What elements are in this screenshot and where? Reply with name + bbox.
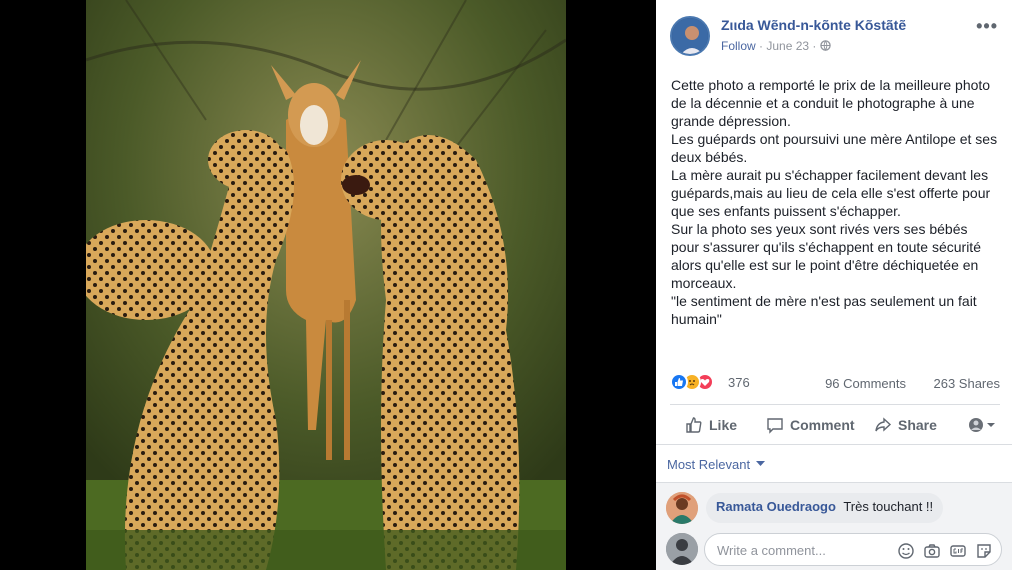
- post-text-line: deux bébés.: [671, 149, 748, 165]
- like-icon: [670, 373, 688, 391]
- caret-down-icon: [755, 461, 765, 466]
- post-text-line: Cette photo a remporté le prix de la mei…: [671, 77, 991, 93]
- author-name[interactable]: Zιιda Wẽnd-n-kõnte Kõstãtẽ: [721, 17, 906, 33]
- post-text-line: guépards,mais au lieu de cela elle s'est…: [671, 185, 991, 201]
- post-text-line: de la décennie et a conduit le photograp…: [671, 95, 975, 111]
- person-icon: [666, 533, 698, 565]
- comment-button[interactable]: Comment: [766, 415, 855, 435]
- post-text-line: La mère aurait pu s'échapper facilement …: [671, 167, 989, 183]
- reactions-bar: 376 96 Comments 263 Shares: [670, 372, 1000, 394]
- share-button[interactable]: Share: [874, 415, 937, 435]
- cheetahs-antelope-image: [86, 0, 566, 570]
- write-comment-input[interactable]: Write a comment...: [704, 533, 1002, 566]
- thumbs-up-icon: [686, 417, 702, 433]
- sort-comments-dropdown[interactable]: Most Relevant: [667, 457, 765, 472]
- post-meta: Follow · June 23 ·: [721, 39, 831, 53]
- post-text-line: que ses enfants puissent s'échapper.: [671, 203, 901, 219]
- share-label: Share: [898, 417, 937, 433]
- sticker-icon[interactable]: [975, 542, 993, 560]
- meta-separator-2: ·: [812, 39, 817, 53]
- divider: [656, 444, 1012, 445]
- comments-section: Ramata Ouedraogo Très touchant !! Write …: [656, 482, 1012, 570]
- photo-pane: [0, 0, 656, 570]
- post-header: Zιιda Wẽnd-n-kõnte Kõstãtẽ Follow · June…: [670, 14, 1000, 58]
- comment-text: Très touchant !!: [843, 499, 934, 514]
- like-label: Like: [709, 417, 738, 433]
- post-date[interactable]: June 23: [766, 39, 809, 53]
- audience-selector[interactable]: [968, 415, 1004, 435]
- post-text: Cette photo a remporté le prix de la mei…: [671, 76, 1001, 328]
- post-text-line: "le sentiment de mère n'est pas seulemen…: [671, 293, 977, 309]
- share-arrow-icon: [875, 417, 892, 432]
- gif-icon[interactable]: [949, 542, 967, 560]
- viewer-avatar: [666, 533, 698, 565]
- comments-count[interactable]: 96 Comments: [825, 376, 906, 391]
- camera-icon[interactable]: [923, 542, 941, 560]
- comment-label: Comment: [790, 417, 855, 433]
- post-text-line: humain": [671, 311, 722, 327]
- person-icon: [666, 492, 698, 524]
- post-text-line: alors qu'elle est sur le point d'être dé…: [671, 257, 979, 273]
- commenter-avatar[interactable]: [666, 492, 698, 524]
- comment-input-icons: [897, 542, 993, 560]
- speech-bubble-icon: [767, 418, 783, 434]
- post-text-line: Les guépards ont poursuivi une mère Anti…: [671, 131, 998, 147]
- post-sidebar: Zιιda Wẽnd-n-kõnte Kõstãtẽ Follow · June…: [656, 0, 1012, 570]
- comment-bubble: Ramata Ouedraogo Très touchant !!: [706, 493, 944, 523]
- reaction-count[interactable]: 376: [728, 375, 750, 390]
- globe-icon: [820, 40, 831, 51]
- post-text-line: morceaux.: [671, 275, 737, 291]
- like-button[interactable]: Like: [685, 415, 737, 435]
- shares-count[interactable]: 263 Shares: [934, 376, 1001, 391]
- post-photo[interactable]: [86, 0, 566, 570]
- emoji-icon[interactable]: [897, 542, 915, 560]
- person-icon: [672, 18, 708, 54]
- commenter-name[interactable]: Ramata Ouedraogo: [716, 499, 836, 514]
- photo-viewer: Zιιda Wẽnd-n-kõnte Kõstãtẽ Follow · June…: [0, 0, 1012, 570]
- post-actions: Like Comment Share: [670, 404, 1000, 444]
- post-text-line: grande dépression.: [671, 113, 791, 129]
- meta-separator: ·: [759, 39, 764, 53]
- write-comment-placeholder: Write a comment...: [717, 543, 826, 558]
- more-options-icon[interactable]: •••: [976, 16, 998, 37]
- post-text-line: Sur la photo ses yeux sont rivés vers se…: [671, 221, 968, 237]
- profile-dropdown-icon: [969, 418, 995, 432]
- follow-link[interactable]: Follow: [721, 39, 756, 53]
- post-text-line: pour s'assurer qu'ils s'échappent en tou…: [671, 239, 981, 255]
- sort-label: Most Relevant: [667, 457, 751, 472]
- reaction-icons[interactable]: [670, 373, 726, 393]
- author-avatar[interactable]: [670, 16, 710, 56]
